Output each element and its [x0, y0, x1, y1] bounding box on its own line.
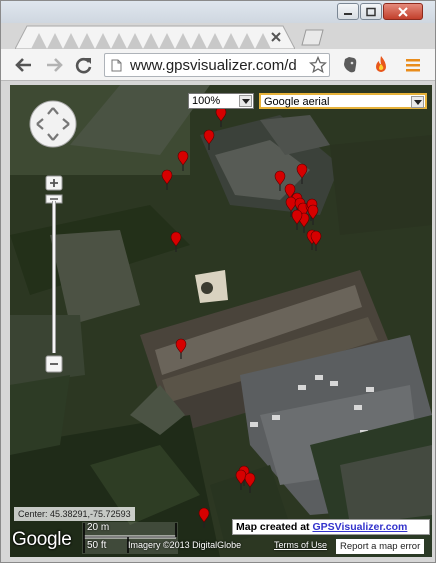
map-credit: Map created at GPSVisualizer.com [232, 519, 430, 535]
map-type-select[interactable]: Google aerial [259, 93, 427, 109]
map-pin-marker[interactable] [296, 163, 308, 184]
maximize-button[interactable] [360, 3, 382, 20]
map-pin-marker[interactable] [215, 106, 227, 127]
map-pin-marker[interactable] [161, 169, 173, 190]
zoom-level-value: 100% [192, 95, 221, 107]
close-icon [398, 6, 408, 17]
zoom-out-button[interactable] [45, 355, 63, 373]
forward-arrow-icon[interactable] [43, 55, 65, 75]
pan-control[interactable] [28, 99, 78, 149]
minimize-button[interactable] [337, 3, 359, 20]
evernote-icon[interactable] [340, 55, 360, 75]
maximize-icon [366, 7, 376, 16]
bookmark-star-icon[interactable] [309, 56, 327, 74]
imagery-attribution: Imagery ©2013 DigitalGlobe [128, 540, 242, 550]
map-pin-marker[interactable] [274, 170, 286, 191]
menu-icon[interactable] [403, 55, 423, 75]
terms-of-use-link[interactable]: Terms of Use [274, 538, 327, 552]
pin-layer [161, 106, 322, 528]
tab-strip [1, 23, 435, 49]
new-tab-button[interactable] [299, 28, 325, 46]
scale-metric-label: 20 m [87, 522, 110, 533]
tab-shape [15, 25, 295, 49]
url-text: www.gpsvisualizer.com/d [130, 57, 297, 74]
tab-gpsvisualizer[interactable] [15, 25, 295, 49]
map-pin-marker[interactable] [244, 472, 256, 493]
fire-icon[interactable] [371, 55, 391, 75]
center-coordinates: Center: 45.38291,-75.72593 [14, 507, 135, 521]
zoom-in-icon [45, 175, 63, 191]
map-type-value: Google aerial [264, 96, 330, 108]
report-map-error-link[interactable]: Report a map error [336, 539, 425, 554]
map-pin-marker[interactable] [307, 204, 319, 225]
minimize-icon [344, 12, 352, 15]
map-pin-marker[interactable] [175, 338, 187, 359]
tab-close-icon[interactable] [269, 30, 283, 44]
reload-icon[interactable] [73, 55, 95, 75]
zoom-out-icon [45, 355, 63, 373]
zoom-level-select[interactable]: 100% [188, 93, 254, 109]
window-close-button[interactable] [383, 3, 423, 20]
map-pin-marker[interactable] [198, 507, 210, 528]
address-bar[interactable]: www.gpsvisualizer.com/d [104, 53, 330, 77]
zoom-step-button[interactable] [45, 191, 63, 204]
credit-prefix: Map created at [236, 521, 313, 533]
map-viewport[interactable]: 100% Google aerial Center: 45.38291,-75.… [10, 85, 432, 557]
google-logo[interactable]: Google [12, 529, 72, 551]
map-pin-marker[interactable] [177, 150, 189, 171]
page-icon [111, 59, 122, 72]
zoom-slider-track[interactable] [52, 201, 56, 353]
zoom-in-button[interactable] [45, 175, 63, 191]
map-pin-marker[interactable] [170, 231, 182, 252]
gpsvisualizer-link[interactable]: GPSVisualizer.com [312, 521, 407, 533]
browser-toolbar: www.gpsvisualizer.com/d [1, 49, 435, 81]
dropdown-arrow-icon [411, 96, 424, 108]
scale-imperial-label: 50 ft [87, 540, 107, 551]
map-pin-marker[interactable] [203, 129, 215, 150]
browser-window: www.gpsvisualizer.com/d 100% Google aeri… [0, 0, 436, 563]
back-arrow-icon[interactable] [13, 55, 35, 75]
dropdown-arrow-icon [239, 95, 252, 107]
title-bar [1, 1, 435, 23]
